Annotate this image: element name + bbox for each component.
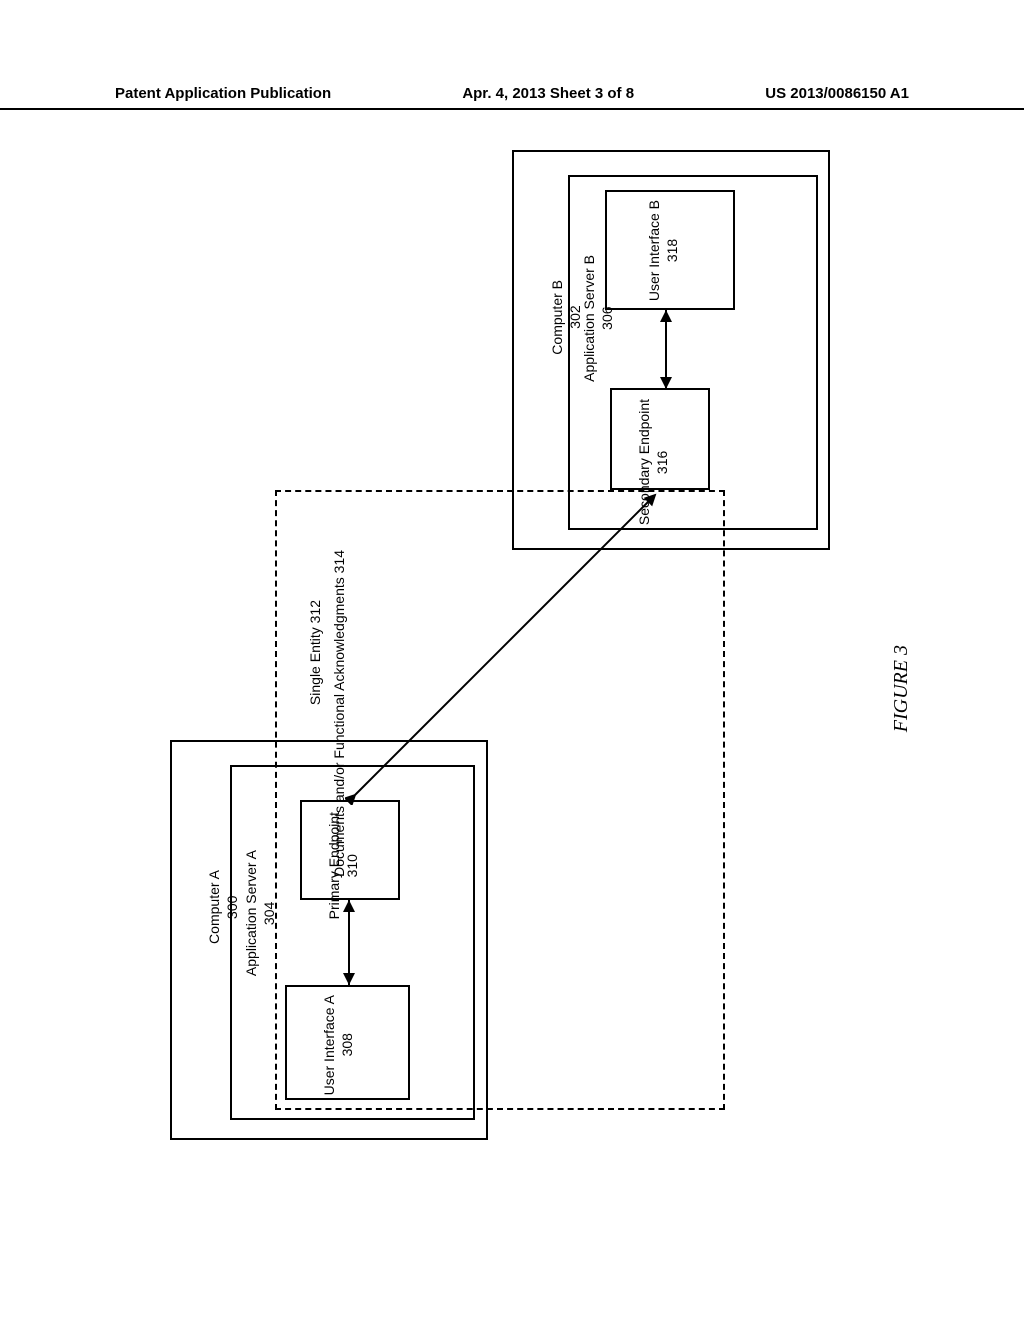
page-header: Patent Application Publication Apr. 4, 2… xyxy=(0,85,1024,110)
arrowhead-icon xyxy=(660,310,672,322)
figure-3: Computer A300 Application Server A304 Us… xyxy=(170,150,830,1150)
appserver-a-label: Application Server A304 xyxy=(242,850,278,976)
arrowhead-icon xyxy=(343,900,355,912)
ui-b-label: User Interface B318 xyxy=(645,200,681,301)
header-center: Apr. 4, 2013 Sheet 3 of 8 xyxy=(462,85,634,102)
single-entity-label: Single Entity 312 xyxy=(306,600,324,705)
arrow-endpoints xyxy=(345,485,675,805)
arrowhead-icon xyxy=(660,377,672,389)
arrowhead-icon xyxy=(343,973,355,985)
header-right: US 2013/0086150 A1 xyxy=(765,85,909,102)
figure-caption: FIGURE 3 xyxy=(890,645,913,732)
header-left: Patent Application Publication xyxy=(115,85,331,102)
